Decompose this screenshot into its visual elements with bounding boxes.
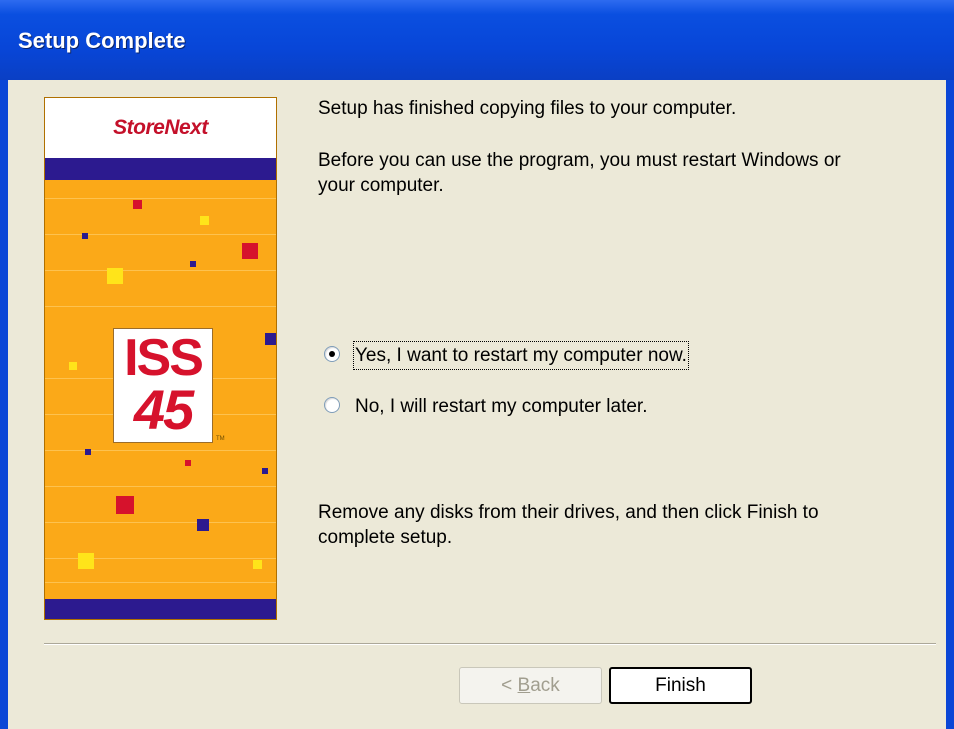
decor-square (197, 519, 209, 531)
banner-band-bottom (45, 599, 276, 619)
restart-now-label[interactable]: Yes, I want to restart my computer now. (353, 341, 689, 370)
banner-stripe (45, 450, 276, 451)
banner-band-top (45, 158, 276, 180)
decor-square (78, 553, 94, 569)
decor-square (265, 333, 276, 345)
back-button[interactable]: < Back (459, 667, 602, 704)
radio-selected-dot (329, 351, 335, 357)
back-button-prefix: < (501, 675, 518, 696)
banner-stripe (45, 234, 276, 235)
decor-square (116, 496, 134, 514)
banner-stripe (45, 486, 276, 487)
product-logo: ISS 45 (113, 328, 213, 443)
logo-text-45: 45 (133, 378, 194, 441)
decor-square (253, 560, 262, 569)
dialog-body: StoreNext ISS 45 TM Setup has finished c… (8, 80, 946, 729)
banner-stripe (45, 522, 276, 523)
restart-later-label[interactable]: No, I will restart my computer later. (355, 394, 647, 419)
window-frame-right (946, 80, 954, 729)
brand-logo: StoreNext (113, 116, 208, 139)
banner-stripe (45, 306, 276, 307)
logo-text-iss: ISS (124, 329, 204, 387)
decor-square (200, 216, 209, 225)
product-banner: StoreNext ISS 45 TM (44, 97, 277, 620)
decor-square (82, 233, 88, 239)
restart-message-line1: Before you can use the program, you must… (318, 150, 841, 171)
decor-square (185, 460, 191, 466)
decor-square (262, 468, 268, 474)
instruction-line2: complete setup. (318, 527, 453, 548)
banner-stripe (45, 198, 276, 199)
window-frame-left (0, 80, 8, 729)
restart-message-line2: your computer. (318, 175, 444, 196)
trademark-mark: TM (216, 436, 225, 442)
back-button-accelerator: B (517, 675, 531, 696)
decor-square (190, 261, 196, 267)
window-title: Setup Complete (18, 28, 186, 53)
decor-square (133, 200, 142, 209)
title-bar[interactable]: Setup Complete (0, 0, 954, 80)
back-button-label: ack (530, 675, 560, 696)
decor-square (107, 268, 123, 284)
decor-square (85, 449, 91, 455)
finish-button[interactable]: Finish (609, 667, 752, 704)
banner-stripe (45, 582, 276, 583)
instruction-line1: Remove any disks from their drives, and … (318, 502, 819, 523)
decor-square (242, 243, 258, 259)
banner-stripe (45, 270, 276, 271)
button-separator (44, 643, 936, 645)
status-message: Setup has finished copying files to your… (318, 98, 737, 119)
radio-restart-later[interactable] (324, 397, 340, 413)
radio-restart-now[interactable] (324, 346, 340, 362)
decor-square (69, 362, 77, 370)
banner-header: StoreNext (45, 98, 276, 158)
